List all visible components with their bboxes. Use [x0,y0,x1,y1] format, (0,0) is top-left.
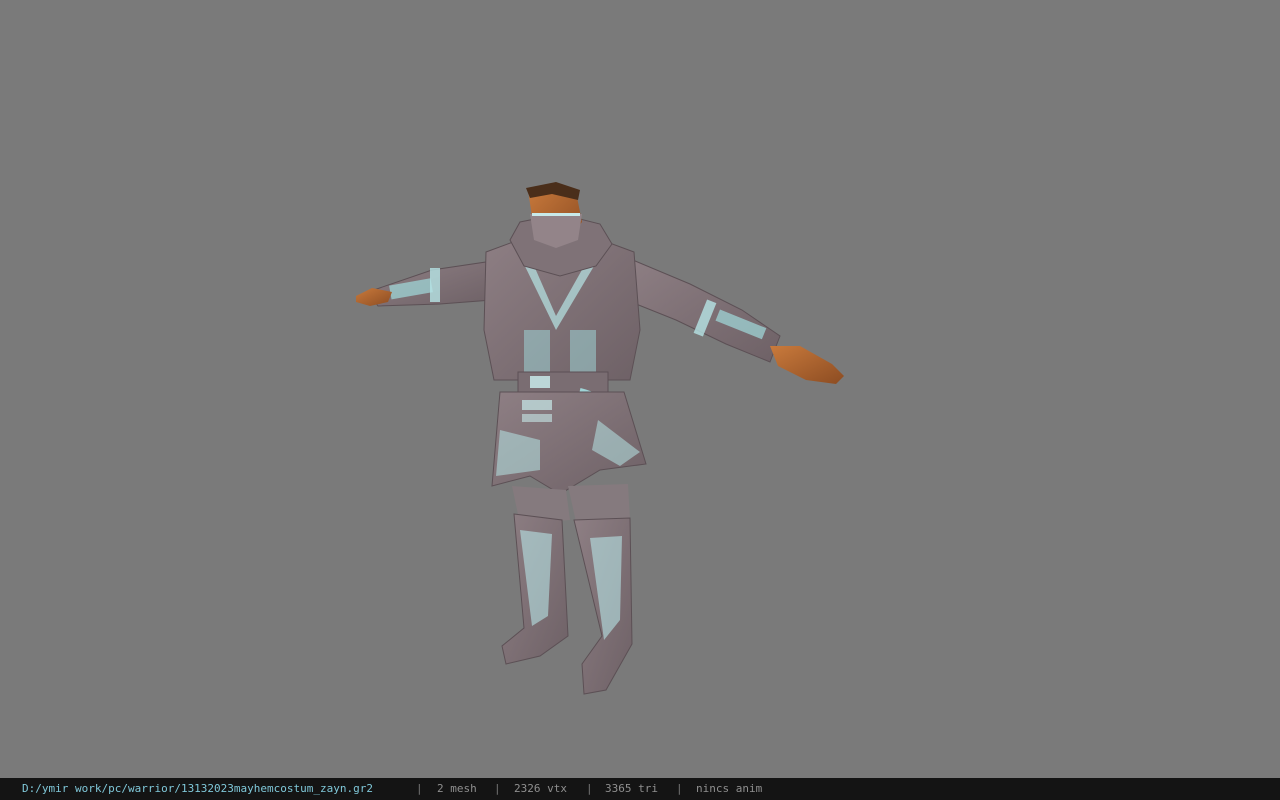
character-model[interactable] [0,0,1280,778]
status-bar: D:/ymir work/pc/warrior/13132023mayhemco… [0,778,1280,800]
separator: | [416,782,423,795]
3d-viewport[interactable] [0,0,1280,778]
vertex-count: 2326 vtx [514,782,567,795]
left-arm [356,261,493,307]
separator: | [586,782,593,795]
separator: | [494,782,501,795]
separator: | [676,782,683,795]
file-path: D:/ymir work/pc/warrior/13132023mayhemco… [22,782,373,795]
head [526,182,582,248]
legs [501,484,633,695]
coat-skirt [491,391,647,495]
mesh-count: 2 mesh [437,782,477,795]
animation-status: nincs anim [696,782,763,795]
right-arm [625,257,844,384]
triangle-count: 3365 tri [605,782,658,795]
